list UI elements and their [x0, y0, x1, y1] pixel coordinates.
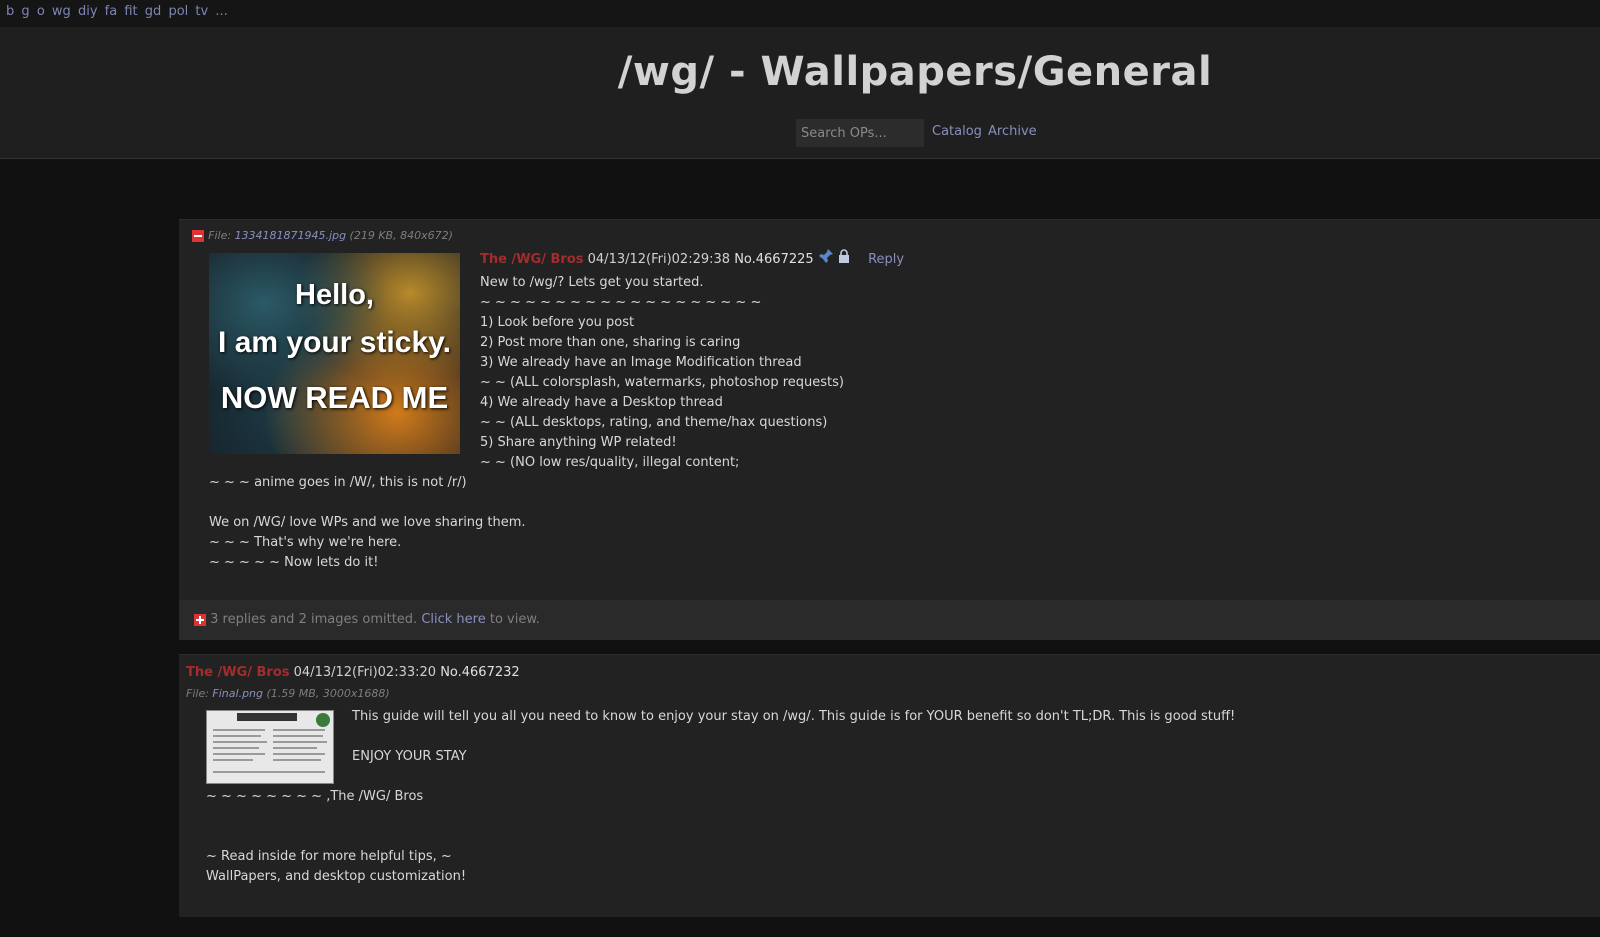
post-header: The /WG/ Bros 04/13/12(Fri)02:29:38 No.4… — [480, 248, 904, 271]
post-body-line: ~ ~ ~ ~ ~ ~ ~ ~ ,The /WG/ Bros — [206, 789, 424, 804]
omitted-text: 3 replies and 2 images omitted. — [210, 612, 422, 627]
file-info: File: 1334181871945.jpg (219 KB, 840x672… — [208, 229, 453, 242]
post-body-line — [209, 493, 526, 513]
board-link-diy[interactable]: diy — [78, 4, 98, 19]
poster-name: The /WG/ Bros — [480, 252, 584, 267]
thumb-line — [213, 729, 265, 731]
thumb-line — [213, 741, 267, 743]
post-body-line — [352, 727, 1235, 747]
thumb-line — [213, 771, 325, 773]
file-label: File: — [208, 229, 235, 242]
post-body-line: ~ ~ (ALL desktops, rating, and theme/hax… — [480, 415, 828, 430]
file-label: File: — [186, 687, 213, 700]
board-link-wg[interactable]: wg — [52, 4, 71, 19]
post-body-line: New to /wg/? Lets get you started. — [480, 275, 704, 290]
post-body: This guide will tell you all you need to… — [352, 707, 1235, 767]
post-body-line: ~ ~ ~ That's why we're here. — [209, 535, 402, 550]
post-number[interactable]: No.4667232 — [440, 665, 519, 680]
file-meta: (1.59 MB, 3000x1688) — [263, 687, 390, 700]
board-link-gd[interactable]: gd — [145, 4, 162, 19]
hide-thread-icon[interactable] — [192, 229, 204, 242]
file-link[interactable]: Final.png — [212, 687, 263, 700]
pin-icon — [818, 248, 834, 271]
poster-name: The /WG/ Bros — [186, 665, 290, 680]
post-body-line: ~ ~ (NO low res/quality, illegal content… — [480, 455, 740, 470]
post-body-line: WallPapers, and desktop customization! — [206, 869, 467, 884]
board-nav: b g o wg diy fa fit gd pol tv ... — [0, 0, 1600, 27]
thumb-line — [213, 759, 253, 761]
thumb-line — [273, 741, 327, 743]
post-body-line: We on /WG/ love WPs and we love sharing … — [209, 515, 526, 530]
post-body-line: ~ ~ ~ ~ ~ Now lets do it! — [209, 555, 379, 570]
post-datetime: 04/13/12(Fri)02:29:38 — [587, 252, 731, 267]
thumb-line — [273, 729, 325, 731]
post-body-line: 1) Look before you post — [480, 315, 635, 330]
board-link-tv[interactable]: tv — [195, 4, 208, 19]
board-title: /wg/ - Wallpapers/General — [617, 49, 1213, 95]
archive-link[interactable]: Archive — [988, 124, 1037, 139]
omitted-replies-bar: 3 replies and 2 images omitted. Click he… — [179, 600, 1600, 640]
post-body-line: 2) Post more than one, sharing is caring — [480, 335, 741, 350]
reply-link[interactable]: Reply — [868, 252, 904, 267]
board-header: /wg/ - Wallpapers/General Catalog Archiv… — [0, 27, 1600, 159]
thread-guide: The /WG/ Bros 04/13/12(Fri)02:33:20 No.4… — [179, 654, 1600, 917]
clover-icon — [316, 713, 330, 727]
thumb-line — [273, 753, 325, 755]
search-input[interactable] — [796, 119, 924, 147]
post-body: New to /wg/? Lets get you started. ~ ~ ~… — [480, 273, 844, 473]
thread-sticky: File: 1334181871945.jpg (219 KB, 840x672… — [179, 219, 1600, 640]
thumb-text-line: I am your sticky. — [218, 326, 451, 359]
thumb-text-line: Hello, — [295, 279, 374, 311]
post-body-continued: ~ ~ ~ anime goes in /W/, this is not /r/… — [209, 473, 526, 573]
file-meta: (219 KB, 840x672) — [346, 229, 453, 242]
board-link-pol[interactable]: pol — [168, 4, 188, 19]
post-body-line: 5) Share anything WP related! — [480, 435, 677, 450]
post-body-line — [206, 807, 466, 827]
catalog-link[interactable]: Catalog — [932, 124, 982, 139]
post-body-line: ~ Read inside for more helpful tips, ~ — [206, 849, 452, 864]
board-link-g[interactable]: g — [21, 4, 29, 19]
post-body-line: 4) We already have a Desktop thread — [480, 395, 723, 410]
thumb-line — [213, 747, 259, 749]
thumb-header-bar — [237, 713, 297, 721]
thumb-text-line: NOW READ ME — [220, 380, 449, 415]
post-body-continued: ~ ~ ~ ~ ~ ~ ~ ~ ,The /WG/ Bros ~ Read in… — [206, 787, 466, 887]
file-info: File: Final.png (1.59 MB, 3000x1688) — [186, 686, 390, 701]
post-body-line: 3) We already have an Image Modification… — [480, 355, 802, 370]
thread-thumbnail[interactable] — [206, 710, 334, 784]
file-link[interactable]: 1334181871945.jpg — [235, 229, 347, 242]
post-body-line: ~ ~ (ALL colorsplash, watermarks, photos… — [480, 375, 844, 390]
thumb-line — [273, 735, 323, 737]
post-number[interactable]: No.4667225 — [734, 252, 813, 267]
thumb-line — [273, 759, 321, 761]
view-thread-link[interactable]: Click here — [421, 612, 485, 627]
thumb-line — [213, 753, 265, 755]
omitted-suffix: to view. — [485, 612, 540, 627]
thumb-line — [273, 747, 317, 749]
board-link-fa[interactable]: fa — [105, 4, 118, 19]
board-link-fit[interactable]: fit — [124, 4, 137, 19]
lock-icon — [838, 249, 850, 270]
post-body-line: ENJOY YOUR STAY — [352, 749, 467, 764]
post-body-line: This guide will tell you all you need to… — [352, 709, 1236, 724]
board-link-o[interactable]: o — [37, 4, 45, 19]
post-body-line — [206, 827, 466, 847]
thumb-line — [213, 735, 261, 737]
board-list-more[interactable]: ... — [215, 4, 227, 19]
post-body-line: ~ ~ ~ ~ ~ ~ ~ ~ ~ ~ ~ ~ ~ ~ ~ ~ ~ ~ ~ — [480, 295, 762, 310]
post-datetime: 04/13/12(Fri)02:33:20 — [293, 665, 437, 680]
expand-thread-icon[interactable] — [194, 613, 206, 626]
post-header: The /WG/ Bros 04/13/12(Fri)02:33:20 No.4… — [186, 663, 520, 683]
board-link-b[interactable]: b — [6, 4, 14, 19]
thread-file-row: File: 1334181871945.jpg (219 KB, 840x672… — [192, 228, 453, 243]
thread-thumbnail[interactable]: Hello, I am your sticky. NOW READ ME — [209, 253, 460, 454]
post-body-line: ~ ~ ~ anime goes in /W/, this is not /r/… — [209, 475, 467, 490]
